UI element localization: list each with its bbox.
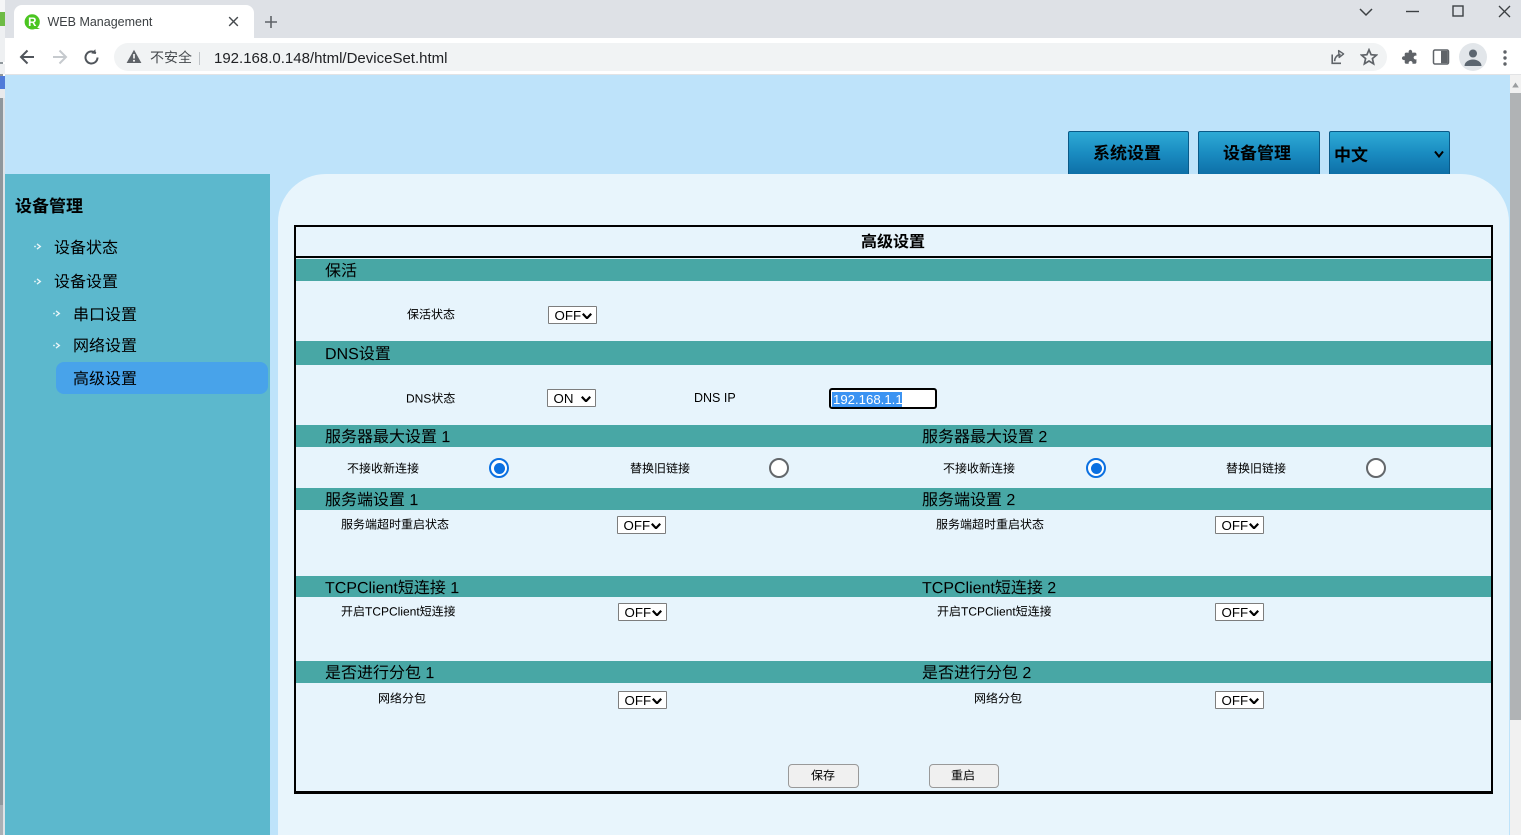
svg-text:R: R xyxy=(28,17,37,29)
